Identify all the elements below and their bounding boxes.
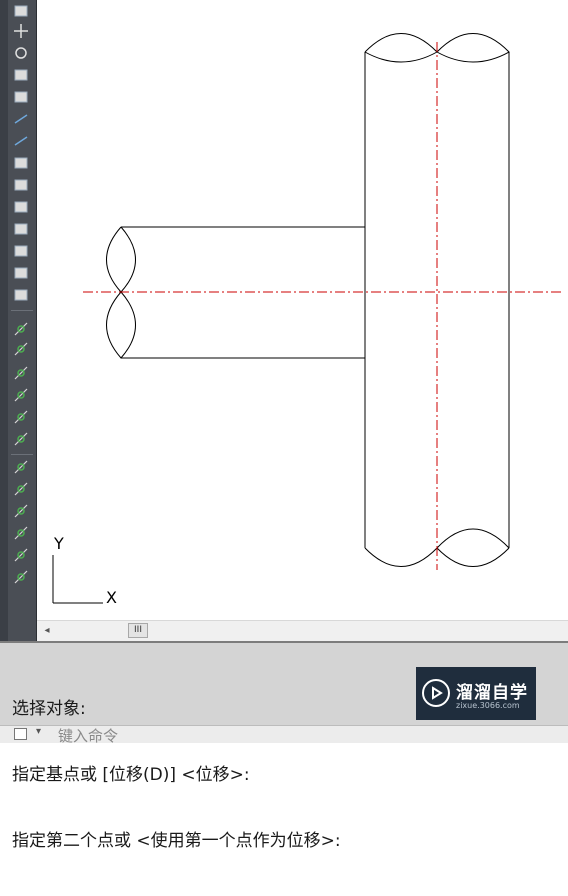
modify-toolbar — [8, 0, 37, 642]
command-history: 选择对象: 指定基点或 [位移(D)] <位移>: 指定第二个点或 <使用第一个… — [12, 654, 341, 896]
drawing-canvas[interactable]: Y X — [37, 0, 568, 620]
snap-endpoint-icon[interactable] — [11, 320, 31, 338]
snap-insert-icon[interactable] — [11, 568, 31, 586]
window-edge-strip — [0, 0, 8, 642]
move-icon[interactable] — [11, 22, 31, 40]
snap-quadrant-icon[interactable] — [11, 458, 31, 476]
toolbar-separator — [11, 310, 33, 311]
centerlines — [83, 42, 561, 570]
join-icon[interactable] — [11, 176, 31, 194]
snap-perpendicular-icon[interactable] — [11, 502, 31, 520]
snap-node-icon[interactable] — [11, 546, 31, 564]
scroll-thumb[interactable]: III — [128, 623, 148, 638]
command-icon[interactable] — [14, 728, 27, 740]
command-line: 选择对象: — [12, 699, 86, 719]
fillet-icon[interactable] — [11, 242, 31, 260]
horizontal-scrollbar[interactable]: ◂ III — [37, 620, 568, 641]
command-input-row[interactable]: ▾ 键入命令 — [0, 725, 568, 746]
snap-parallel-icon[interactable] — [11, 524, 31, 542]
ucs-icon — [52, 555, 103, 604]
command-line: 指定基点或 [位移(D)] <位移>: — [12, 765, 250, 785]
rotate-icon[interactable] — [11, 44, 31, 62]
watermark-title: 溜溜自学 — [456, 683, 528, 703]
stretch-icon[interactable] — [11, 88, 31, 106]
ucs-x-label: X — [106, 588, 117, 607]
watermark-url: zixue.3066.com — [456, 701, 520, 710]
scroll-left-arrow-icon[interactable]: ◂ — [41, 624, 53, 638]
select-icon[interactable] — [11, 2, 31, 20]
ucs-y-label: Y — [53, 534, 64, 553]
snap-tangent-icon[interactable] — [11, 480, 31, 498]
break-at-point-icon[interactable] — [11, 198, 31, 216]
explode-icon[interactable] — [11, 286, 31, 304]
break-icon[interactable] — [11, 154, 31, 172]
blend-icon[interactable] — [11, 264, 31, 282]
snap-apparent-icon[interactable] — [11, 386, 31, 404]
snap-intersection-icon[interactable] — [11, 364, 31, 382]
extend-icon[interactable] — [11, 132, 31, 150]
command-line: 指定第二个点或 <使用第一个点作为位移>: — [12, 831, 341, 851]
play-icon — [422, 679, 450, 707]
snap-extension-icon[interactable] — [11, 408, 31, 426]
snap-center-icon[interactable] — [11, 430, 31, 448]
chevron-down-icon[interactable]: ▾ — [36, 726, 41, 737]
trim-icon[interactable] — [11, 110, 31, 128]
watermark-logo: 溜溜自学 zixue.3066.com — [416, 667, 536, 720]
command-input[interactable]: 键入命令 — [58, 725, 118, 746]
toolbar-separator — [11, 454, 33, 455]
scale-icon[interactable] — [11, 66, 31, 84]
chamfer-icon[interactable] — [11, 220, 31, 238]
snap-midpoint-icon[interactable] — [11, 340, 31, 358]
